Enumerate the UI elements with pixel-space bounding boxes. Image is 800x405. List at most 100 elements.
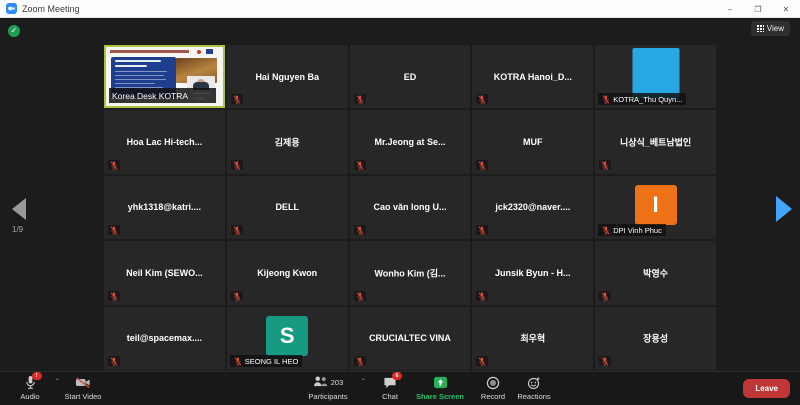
participant-name: Cao văn long U... <box>350 202 471 212</box>
zoom-app-icon <box>6 3 17 14</box>
chat-unread-badge: 6 <box>392 372 402 380</box>
muted-mic-icon <box>356 226 364 235</box>
muted-mic-icon <box>602 226 610 235</box>
participant-name-extra: ···················· <box>191 90 213 102</box>
muted-mic-icon <box>478 292 486 301</box>
security-shield-icon[interactable]: ✓ <box>8 25 20 37</box>
mic-icon: ! <box>24 375 37 390</box>
muted-mic-icon <box>602 95 610 104</box>
muted-mic-icon <box>356 161 364 170</box>
reactions-button[interactable]: Reactions <box>512 375 556 401</box>
participant-tile[interactable]: 최우혁 <box>472 307 593 370</box>
participant-tile[interactable]: ED <box>350 45 471 108</box>
participant-name: ED <box>350 72 471 82</box>
video-off-icon <box>75 375 91 390</box>
participant-name: Junsik Byun - H... <box>472 268 593 278</box>
gallery-grid-icon <box>757 25 764 32</box>
participant-tile[interactable]: Junsik Byun - H... <box>472 241 593 304</box>
participants-button[interactable]: 203 Participants <box>300 375 356 401</box>
muted-mic-icon <box>110 161 118 170</box>
participant-name: DELL <box>227 202 348 212</box>
record-icon <box>486 375 500 390</box>
participant-grid: Korea Desk KOTRA····················Hai … <box>104 45 716 370</box>
participant-name: MUF <box>472 137 593 147</box>
share-screen-label: Share Screen <box>416 392 464 401</box>
participant-tile[interactable]: Neil Kim (SEWO... <box>104 241 225 304</box>
next-page-button[interactable] <box>776 196 792 222</box>
zoom-meeting-window: Zoom Meeting – ❐ ✕ ✓ View Korea Desk KOT… <box>0 0 800 405</box>
participant-tile[interactable]: 박영수 <box>595 241 716 304</box>
participant-tile[interactable]: Hoa Lac Hi-tech... <box>104 110 225 173</box>
audio-options-chevron[interactable]: ˆ <box>56 379 59 387</box>
participant-tile[interactable]: Wonho Kim (김... <box>350 241 471 304</box>
participant-name: 장용성 <box>595 332 716 345</box>
minimize-button[interactable]: – <box>716 0 744 18</box>
participant-name: CRUCIALTEC VINA <box>350 333 471 343</box>
restore-button[interactable]: ❐ <box>744 0 772 18</box>
muted-mic-icon <box>110 357 118 366</box>
participant-tile[interactable]: IDPI Vinh Phuc <box>595 176 716 239</box>
leave-button[interactable]: Leave <box>743 379 790 398</box>
audio-button[interactable]: ! Audio <box>10 375 50 401</box>
participant-name: 김제용 <box>227 136 348 149</box>
close-button[interactable]: ✕ <box>772 0 800 18</box>
start-video-label: Start Video <box>65 392 102 401</box>
record-button[interactable]: Record <box>474 375 512 401</box>
participant-tile[interactable]: KOTRA Hanoi_D... <box>472 45 593 108</box>
participant-name: KOTRA_Thu Quyn... <box>598 93 686 105</box>
reactions-icon <box>527 375 541 390</box>
muted-mic-icon <box>601 161 609 170</box>
participant-name: 니상식_베트남법인 <box>595 136 716 149</box>
participant-name: Mr.Jeong at Se... <box>350 137 471 147</box>
participant-tile[interactable]: teil@spacemax.... <box>104 307 225 370</box>
avatar: S <box>266 316 308 356</box>
audio-label: Audio <box>20 392 39 401</box>
window-title: Zoom Meeting <box>22 4 80 14</box>
participant-name: Wonho Kim (김... <box>350 266 471 279</box>
titlebar: Zoom Meeting – ❐ ✕ <box>0 0 800 18</box>
participant-tile[interactable]: Kijeong Kwon <box>227 241 348 304</box>
participant-name: yhk1318@katri.... <box>104 202 225 212</box>
start-video-button[interactable]: Start Video <box>60 375 106 401</box>
participant-name: Hoa Lac Hi-tech... <box>104 137 225 147</box>
muted-mic-icon <box>478 357 486 366</box>
participant-tile[interactable]: 장용성 <box>595 307 716 370</box>
chat-button[interactable]: 6 Chat <box>374 375 406 401</box>
audio-alert-badge: ! <box>32 372 42 380</box>
participant-tile[interactable]: SSEONG IL HEO <box>227 307 348 370</box>
muted-mic-icon <box>478 161 486 170</box>
participant-tile[interactable]: DELL <box>227 176 348 239</box>
muted-mic-icon <box>110 226 118 235</box>
participant-tile[interactable]: MUF <box>472 110 593 173</box>
participant-name: 박영수 <box>595 266 716 279</box>
page-indicator: 1/9 <box>12 225 23 234</box>
muted-mic-icon <box>356 292 364 301</box>
avatar: I <box>635 185 677 225</box>
chat-label: Chat <box>382 392 398 401</box>
participant-tile[interactable]: 니상식_베트남법인 <box>595 110 716 173</box>
participant-name: DPI Vinh Phuc <box>598 224 666 236</box>
participants-options-chevron[interactable]: ˆ <box>362 379 365 387</box>
participant-tile[interactable]: 김제용 <box>227 110 348 173</box>
prev-page-button[interactable] <box>12 198 26 220</box>
muted-mic-icon <box>233 226 241 235</box>
share-screen-button[interactable]: Share Screen <box>408 375 472 401</box>
participant-tile[interactable]: Cao văn long U... <box>350 176 471 239</box>
reactions-label: Reactions <box>517 392 550 401</box>
muted-mic-icon <box>356 357 364 366</box>
muted-mic-icon <box>234 357 242 366</box>
participant-tile[interactable]: CRUCIALTEC VINA <box>350 307 471 370</box>
participant-name: Kijeong Kwon <box>227 268 348 278</box>
participant-tile[interactable]: Korea Desk KOTRA···················· <box>104 45 225 108</box>
participant-tile[interactable]: jck2320@naver.... <box>472 176 593 239</box>
muted-mic-icon <box>233 95 241 104</box>
participant-tile[interactable]: Hai Nguyen Ba <box>227 45 348 108</box>
participant-tile[interactable]: yhk1318@katri.... <box>104 176 225 239</box>
participant-name: 최우혁 <box>472 332 593 345</box>
participant-tile[interactable]: KOTRA_Thu Quyn... <box>595 45 716 108</box>
participant-name: jck2320@naver.... <box>472 202 593 212</box>
view-button[interactable]: View <box>751 21 790 36</box>
video-feed <box>632 48 679 99</box>
participant-tile[interactable]: Mr.Jeong at Se... <box>350 110 471 173</box>
muted-mic-icon <box>601 357 609 366</box>
